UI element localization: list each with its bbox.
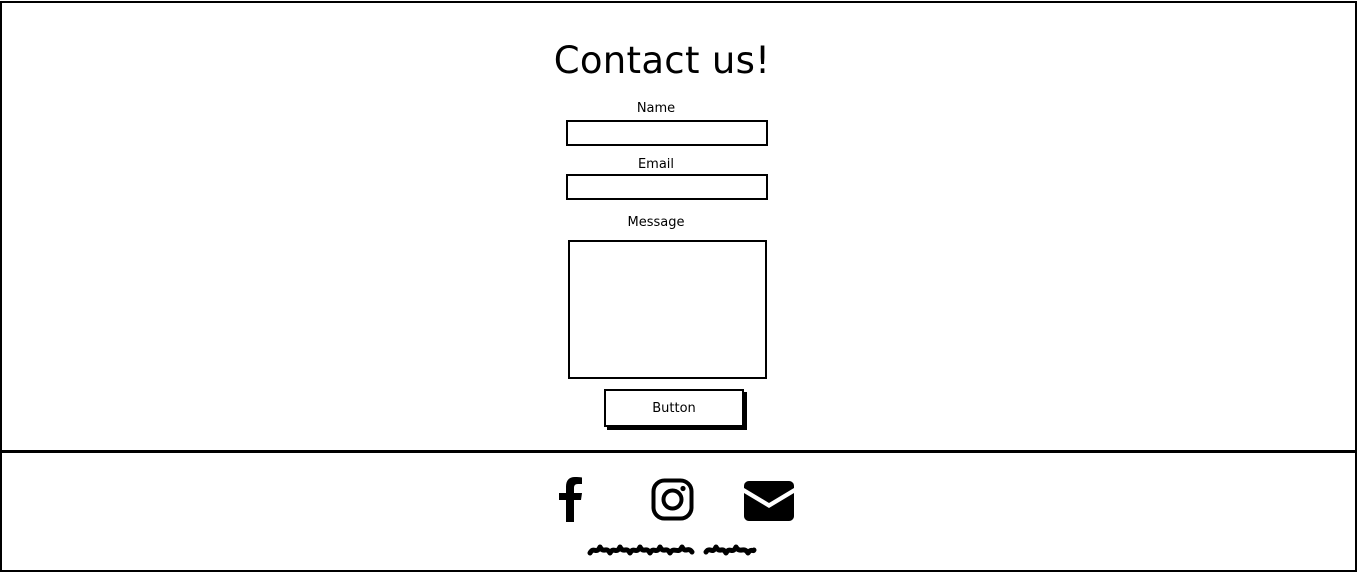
name-label: Name: [636, 101, 676, 116]
page-title: Contact us!: [553, 39, 771, 82]
page-frame: Contact us! Name Email Message Button: [0, 0, 1357, 573]
email-icon[interactable]: [744, 481, 794, 521]
contact-section: Contact us! Name Email Message Button: [0, 1, 1357, 453]
instagram-icon[interactable]: [651, 478, 694, 521]
message-textarea[interactable]: [568, 240, 767, 379]
facebook-icon[interactable]: [556, 476, 586, 522]
message-label: Message: [627, 215, 685, 230]
footer-scribble: [587, 544, 757, 556]
email-label: Email: [637, 157, 675, 172]
name-field[interactable]: [566, 120, 768, 146]
email-field[interactable]: [566, 174, 768, 200]
submit-button[interactable]: Button: [604, 389, 744, 427]
